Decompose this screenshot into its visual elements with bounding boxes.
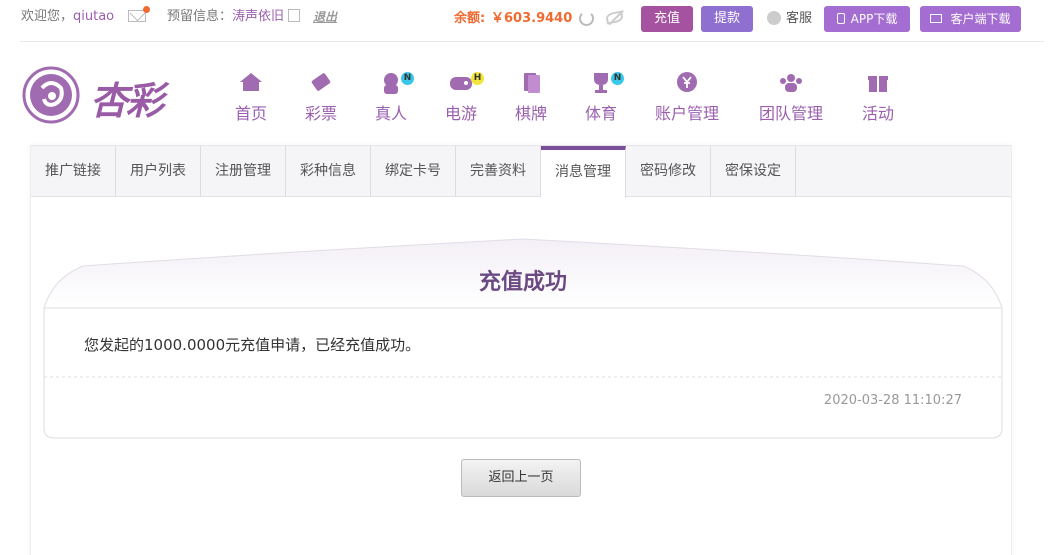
refresh-icon[interactable] xyxy=(579,11,594,26)
customer-service-icon[interactable] xyxy=(767,11,781,25)
tab-security-settings[interactable]: 密保设定 xyxy=(711,146,796,197)
welcome-text: 欢迎您，qiutao xyxy=(21,8,114,26)
nav-team[interactable]: 团队管理 xyxy=(757,70,825,124)
nav-home[interactable]: 首页 xyxy=(233,70,269,124)
message-body: 您发起的1000.0000元充值申请，已经充值成功。 xyxy=(84,336,421,354)
ticket-icon xyxy=(311,73,331,91)
nav-label: 活动 xyxy=(861,104,894,123)
reserved-info: 预留信息：涛声依旧 xyxy=(167,8,284,26)
tab-promo-link[interactable]: 推广链接 xyxy=(31,146,116,197)
nav-sports[interactable]: N 体育 xyxy=(583,70,624,124)
tab-bind-card[interactable]: 绑定卡号 xyxy=(371,146,456,197)
live-dealer-icon xyxy=(384,73,398,94)
new-badge: N xyxy=(611,72,624,85)
monitor-icon xyxy=(930,14,943,23)
back-button[interactable]: 返回上一页 xyxy=(461,459,581,497)
logo-emblem-icon[interactable] xyxy=(22,66,80,124)
balance-label: 余额: xyxy=(454,11,486,26)
tab-change-password[interactable]: 密码修改 xyxy=(626,146,711,197)
nav-live[interactable]: N 真人 xyxy=(373,70,414,124)
gift-icon xyxy=(868,76,888,92)
tab-register-manage[interactable]: 注册管理 xyxy=(201,146,286,197)
tab-bar: 推广链接 用户列表 注册管理 彩种信息 绑定卡号 完善资料 消息管理 密码修改 … xyxy=(31,145,1011,198)
nav-chess[interactable]: 棋牌 xyxy=(513,70,549,124)
recharge-button[interactable]: 充值 xyxy=(641,6,693,32)
phone-icon xyxy=(836,13,845,24)
team-icon xyxy=(780,74,802,92)
app-download-label: APP下载 xyxy=(850,12,898,26)
home-icon xyxy=(240,73,262,91)
new-badge: N xyxy=(401,72,414,85)
nav-account[interactable]: 账户管理 xyxy=(653,70,721,124)
tab-user-list[interactable]: 用户列表 xyxy=(116,146,201,197)
message-title: 充值成功 xyxy=(478,270,567,295)
tab-lottery-info[interactable]: 彩种信息 xyxy=(286,146,371,197)
tab-complete-profile[interactable]: 完善资料 xyxy=(456,146,541,197)
reserved-label: 预留信息： xyxy=(167,9,233,24)
reserved-value: 涛声依旧 xyxy=(232,9,285,24)
client-download-label: 客户端下载 xyxy=(950,12,1011,26)
client-download-button[interactable]: 客户端下载 xyxy=(920,6,1021,32)
balance-value: ￥603.9440 xyxy=(491,11,573,26)
nav-activity[interactable]: 活动 xyxy=(860,70,896,124)
tab-message-manage[interactable]: 消息管理 xyxy=(541,146,626,198)
nav-label: 账户管理 xyxy=(654,104,719,123)
logout-link[interactable]: 退出 xyxy=(313,8,337,26)
nav-label: 真人 xyxy=(374,104,407,123)
edit-icon[interactable] xyxy=(288,9,300,22)
unread-dot xyxy=(143,6,150,13)
nav-label: 首页 xyxy=(234,104,267,123)
nav-label: 体育 xyxy=(584,104,617,123)
withdraw-button[interactable]: 提款 xyxy=(701,6,753,32)
cards-icon xyxy=(524,73,540,93)
nav-egame[interactable]: H 电游 xyxy=(443,70,484,124)
customer-service-link[interactable]: 客服 xyxy=(786,10,812,28)
mail-icon[interactable] xyxy=(128,6,150,22)
nav-label: 棋牌 xyxy=(514,104,547,123)
hide-balance-icon[interactable] xyxy=(605,10,624,25)
app-download-button[interactable]: APP下载 xyxy=(824,6,910,32)
trophy-icon xyxy=(594,73,608,93)
logo-text[interactable]: 杏彩 xyxy=(90,70,164,125)
top-divider xyxy=(20,41,1044,42)
nav-label: 团队管理 xyxy=(758,104,823,123)
hot-badge: H xyxy=(471,72,484,85)
message-date: 2020-03-28 11:10:27 xyxy=(823,393,962,408)
username[interactable]: qiutao xyxy=(73,9,114,24)
gamepad-icon xyxy=(450,77,472,90)
yen-coin-icon xyxy=(677,72,697,92)
top-bar: 欢迎您，qiutao 预留信息：涛声依旧 退出 余额: ￥603.9440 充值… xyxy=(0,0,1064,42)
nav-label: 彩票 xyxy=(304,104,337,123)
welcome-label: 欢迎您， xyxy=(21,9,74,24)
nav-label: 电游 xyxy=(444,104,477,123)
nav-lottery[interactable]: 彩票 xyxy=(303,70,339,124)
